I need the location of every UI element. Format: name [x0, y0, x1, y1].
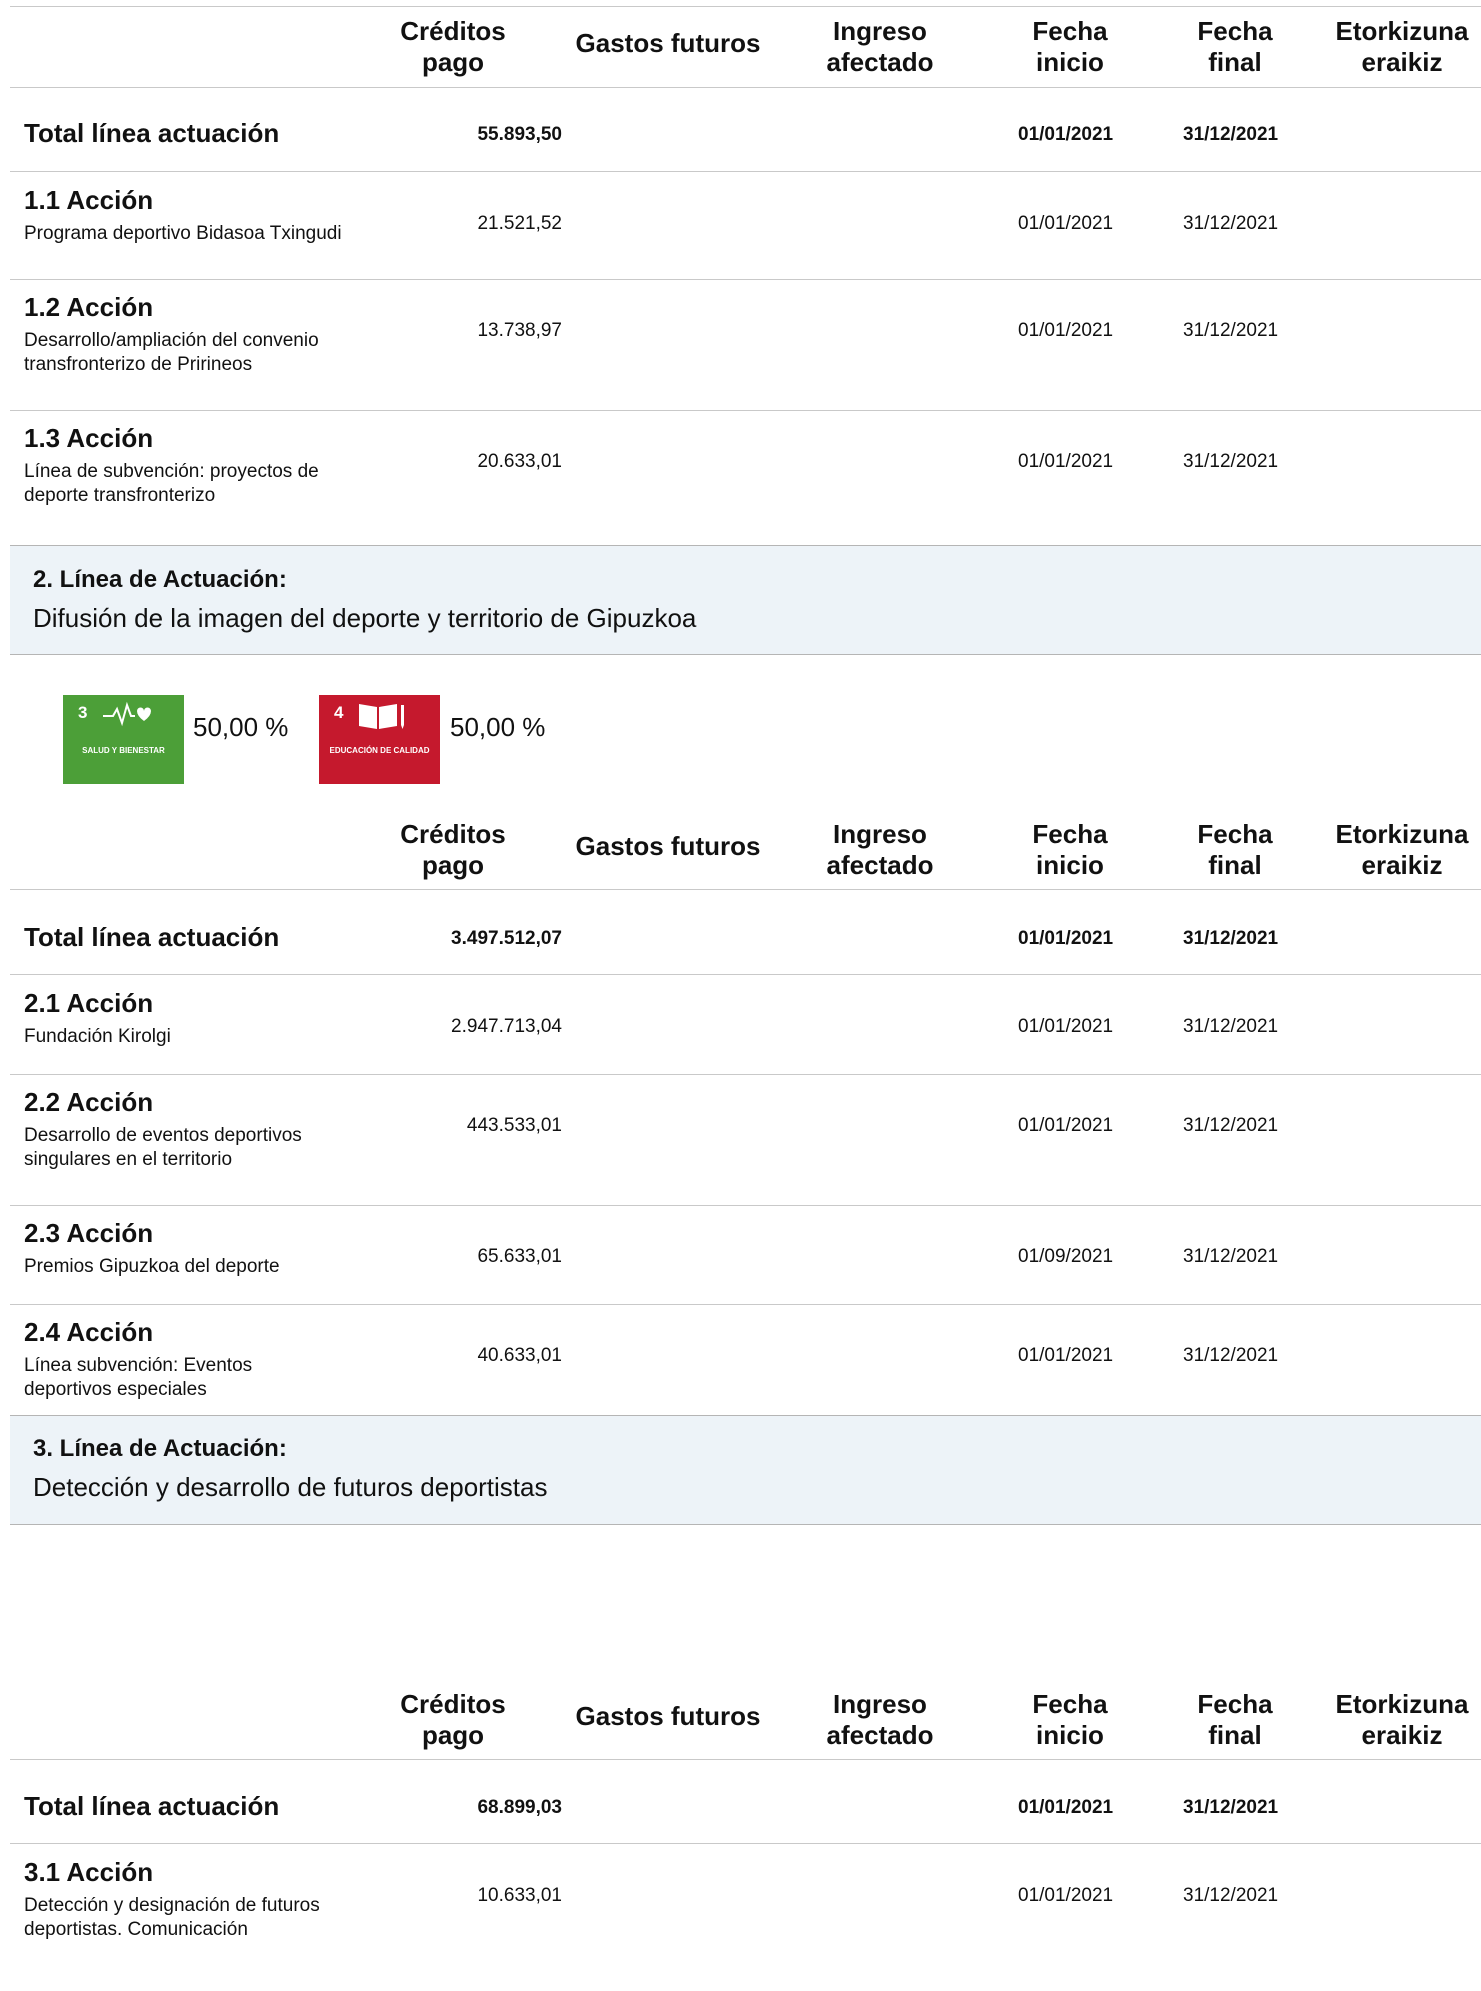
linea-actuacion-title: 3. Línea de Actuación:	[33, 1435, 287, 1462]
total-fecha-inicio: 01/01/2021	[1018, 1797, 1114, 1818]
total-label: Total línea actuación	[24, 118, 280, 148]
total-label: Total línea actuación	[24, 1791, 280, 1821]
col-header-ingreso: Ingreso afectado	[826, 819, 934, 880]
action-fecha-inicio: 01/01/2021	[1018, 1115, 1114, 1136]
total-fecha-final: 31/12/2021	[1183, 928, 1279, 949]
action-fecha-final: 31/12/2021	[1183, 1246, 1279, 1267]
action-description: Detección y designación de futuros depor…	[24, 1895, 320, 1940]
sdg-caption: SALUD Y BIENESTAR	[82, 746, 165, 755]
col-header-fecha-final: Fecha final	[1197, 1689, 1273, 1750]
row-divider	[10, 974, 1481, 975]
action-title: 1.1 Acción	[24, 185, 154, 215]
action-title: 2.3 Acción	[24, 1218, 154, 1248]
action-fecha-final: 31/12/2021	[1183, 213, 1279, 234]
sdg-badge-3: 3 SALUD Y BIENESTAR	[63, 695, 184, 784]
table-top-border	[10, 6, 1481, 7]
action-creditos: 2.947.713,04	[451, 1016, 562, 1037]
col-header-fecha-inicio: Fecha inicio	[1032, 819, 1108, 880]
action-fecha-inicio: 01/01/2021	[1018, 1016, 1114, 1037]
sdg-percent: 50,00 %	[193, 712, 289, 742]
action-creditos: 40.633,01	[477, 1345, 562, 1366]
total-creditos: 55.893,50	[477, 124, 562, 145]
action-fecha-final: 31/12/2021	[1183, 1115, 1279, 1136]
action-description: Premios Gipuzkoa del deporte	[24, 1256, 280, 1277]
book-pencil-icon	[357, 701, 407, 736]
action-creditos: 10.633,01	[477, 1885, 562, 1906]
col-header-creditos: Créditos pago	[400, 819, 506, 880]
heartbeat-icon	[101, 701, 151, 732]
action-fecha-inicio: 01/01/2021	[1018, 1885, 1114, 1906]
action-description: Línea de subvención: proyectos de deport…	[24, 461, 319, 506]
row-divider	[10, 410, 1481, 411]
action-creditos: 13.738,97	[477, 320, 562, 341]
action-title: 3.1 Acción	[24, 1857, 154, 1887]
action-creditos: 443.533,01	[466, 1115, 562, 1136]
col-header-ingreso: Ingreso afectado	[826, 1689, 934, 1750]
action-fecha-inicio: 01/01/2021	[1018, 213, 1114, 234]
row-divider	[10, 1205, 1481, 1206]
action-fecha-final: 31/12/2021	[1183, 1016, 1279, 1037]
col-header-fecha-final: Fecha final	[1197, 819, 1273, 880]
action-fecha-inicio: 01/01/2021	[1018, 1345, 1114, 1366]
row-divider	[10, 1843, 1481, 1844]
col-header-gastos: Gastos futuros	[575, 1701, 761, 1731]
total-fecha-final: 31/12/2021	[1183, 124, 1279, 145]
action-creditos: 21.521,52	[477, 213, 562, 234]
linea-actuacion-band	[10, 1415, 1481, 1525]
header-divider	[10, 87, 1481, 88]
sdg-number: 3	[78, 703, 88, 722]
col-header-gastos: Gastos futuros	[575, 28, 761, 58]
action-creditos: 65.633,01	[477, 1246, 562, 1267]
action-fecha-inicio: 01/09/2021	[1018, 1246, 1114, 1267]
sdg-caption: EDUCACIÓN DE CALIDAD	[329, 746, 430, 755]
row-divider	[10, 1074, 1481, 1075]
row-divider	[10, 279, 1481, 280]
total-label: Total línea actuación	[24, 922, 280, 952]
col-header-fecha-final: Fecha final	[1197, 16, 1273, 77]
row-divider	[10, 171, 1481, 172]
col-header-fecha-inicio: Fecha inicio	[1032, 1689, 1108, 1750]
col-header-fecha-inicio: Fecha inicio	[1032, 16, 1108, 77]
action-description: Programa deportivo Bidasoa Txingudi	[24, 223, 342, 244]
col-header-etorkizuna: Etorkizuna eraikiz	[1335, 1689, 1469, 1750]
action-description: Línea subvención: Eventos deportivos esp…	[24, 1355, 253, 1400]
row-divider	[10, 1304, 1481, 1305]
action-fecha-final: 31/12/2021	[1183, 1885, 1279, 1906]
col-header-creditos: Créditos pago	[400, 16, 506, 77]
linea-actuacion-subtitle: Difusión de la imagen del deporte y terr…	[33, 603, 697, 633]
action-title: 2.2 Acción	[24, 1087, 154, 1117]
action-fecha-final: 31/12/2021	[1183, 320, 1279, 341]
action-title: 1.2 Acción	[24, 292, 154, 322]
col-header-etorkizuna: Etorkizuna eraikiz	[1335, 16, 1469, 77]
header-divider	[10, 889, 1481, 890]
total-fecha-inicio: 01/01/2021	[1018, 124, 1114, 145]
col-header-etorkizuna: Etorkizuna eraikiz	[1335, 819, 1469, 880]
sdg-percent: 50,00 %	[450, 712, 546, 742]
action-fecha-final: 31/12/2021	[1183, 451, 1279, 472]
linea-actuacion-band	[10, 545, 1481, 655]
action-title: 1.3 Acción	[24, 423, 154, 453]
sdg-number: 4	[334, 703, 344, 722]
action-fecha-inicio: 01/01/2021	[1018, 320, 1114, 341]
action-description: Fundación Kirolgi	[24, 1026, 171, 1047]
total-fecha-final: 31/12/2021	[1183, 1797, 1279, 1818]
total-creditos: 68.899,03	[477, 1797, 562, 1818]
total-creditos: 3.497.512,07	[451, 928, 562, 949]
action-fecha-inicio: 01/01/2021	[1018, 451, 1114, 472]
action-fecha-final: 31/12/2021	[1183, 1345, 1279, 1366]
header-divider	[10, 1759, 1481, 1760]
action-description: Desarrollo/ampliación del convenio trans…	[24, 330, 319, 375]
sdg-badge-4: 4 EDUCACIÓN DE CALIDAD	[319, 695, 440, 784]
linea-actuacion-title: 2. Línea de Actuación:	[33, 566, 287, 593]
col-header-ingreso: Ingreso afectado	[826, 16, 934, 77]
total-fecha-inicio: 01/01/2021	[1018, 928, 1114, 949]
action-description: Desarrollo de eventos deportivos singula…	[24, 1125, 302, 1170]
action-title: 2.1 Acción	[24, 988, 154, 1018]
col-header-gastos: Gastos futuros	[575, 831, 761, 861]
action-title: 2.4 Acción	[24, 1317, 154, 1347]
col-header-creditos: Créditos pago	[400, 1689, 506, 1750]
linea-actuacion-subtitle: Detección y desarrollo de futuros deport…	[33, 1472, 548, 1502]
action-creditos: 20.633,01	[477, 451, 562, 472]
